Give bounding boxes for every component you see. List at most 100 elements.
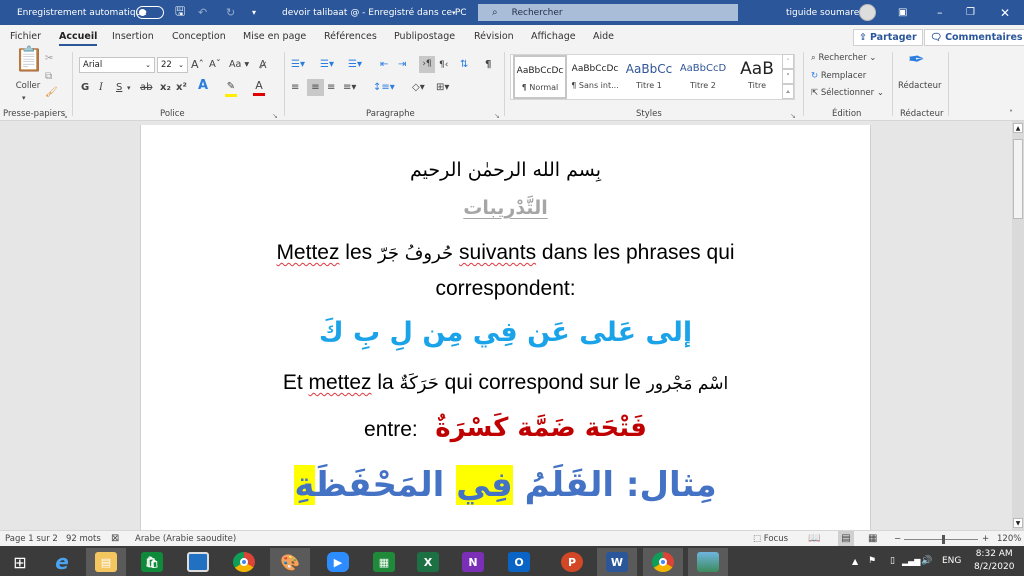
action-center-flag-icon[interactable]: ⚑ bbox=[868, 546, 876, 576]
subscript-button[interactable]: x₂ bbox=[160, 81, 171, 95]
underline-button[interactable]: S bbox=[116, 81, 122, 95]
taskbar-calculator[interactable]: ▦ bbox=[364, 548, 404, 576]
web-layout-icon[interactable]: ▦ bbox=[868, 531, 877, 547]
highlight-color-icon[interactable]: ✎ bbox=[225, 80, 237, 97]
document-page[interactable]: بِسم الله الرحمٰن الرحيم التَّدْريبات Me… bbox=[140, 125, 871, 530]
zoom-slider[interactable] bbox=[904, 531, 978, 547]
search-box[interactable]: ⌕ Rechercher bbox=[478, 4, 738, 21]
tab-conception[interactable]: Conception bbox=[172, 25, 226, 48]
replace-button[interactable]: ↻ Remplacer bbox=[811, 69, 866, 83]
underline-dropdown-icon[interactable]: ▾ bbox=[127, 81, 131, 95]
taskbar-onenote[interactable]: N bbox=[453, 548, 493, 576]
taskbar-word[interactable]: W bbox=[597, 548, 637, 576]
italic-button[interactable]: I bbox=[99, 81, 103, 95]
multilevel-list-icon[interactable]: ☰▾ bbox=[348, 58, 362, 72]
document-title[interactable]: devoir talibaat @ - Enregistré dans ce P… bbox=[282, 0, 467, 25]
align-right-icon[interactable]: ≡ bbox=[327, 81, 335, 95]
increase-indent-icon[interactable]: ⇥ bbox=[398, 58, 406, 72]
select-button[interactable]: ⇱ Sélectionner ⌄ bbox=[811, 86, 884, 100]
show-hidden-icons[interactable]: ▲ bbox=[852, 546, 858, 576]
save-icon[interactable]: 🖫 bbox=[175, 0, 185, 25]
chevron-down-icon[interactable]: ▾ bbox=[452, 0, 456, 25]
battery-icon[interactable]: ▯ bbox=[890, 546, 895, 576]
redo-icon[interactable]: ↻ bbox=[226, 0, 235, 25]
taskbar-chrome-2[interactable] bbox=[643, 548, 683, 576]
user-name[interactable]: tiguide soumare bbox=[786, 0, 859, 25]
collapse-ribbon-icon[interactable]: ˄ bbox=[1009, 107, 1013, 121]
taskbar-lenovo[interactable] bbox=[178, 548, 218, 576]
bullets-icon[interactable]: ☰▾ bbox=[291, 58, 305, 72]
start-button[interactable]: ⊞ bbox=[0, 548, 40, 576]
tab-affichage[interactable]: Affichage bbox=[531, 25, 576, 48]
autosave-toggle[interactable] bbox=[136, 0, 164, 25]
format-painter-icon[interactable]: 🖌 bbox=[45, 86, 58, 100]
tab-aide[interactable]: Aide bbox=[593, 25, 614, 48]
word-count[interactable]: 92 mots bbox=[66, 531, 101, 547]
taskbar-excel[interactable]: X bbox=[408, 548, 448, 576]
vertical-scrollbar[interactable]: ▲ ▼ bbox=[1012, 121, 1024, 530]
zoom-level[interactable]: 120% bbox=[997, 531, 1021, 547]
paste-icon[interactable]: 📋 bbox=[14, 47, 44, 71]
align-center-icon[interactable]: ≡ bbox=[307, 79, 324, 96]
search-input[interactable]: Rechercher bbox=[512, 8, 563, 18]
show-formatting-marks-icon[interactable]: ¶ bbox=[485, 58, 491, 72]
tab-references[interactable]: Références bbox=[324, 25, 377, 48]
borders-icon[interactable]: ⊞▾ bbox=[436, 81, 449, 95]
change-case-button[interactable]: Aa ▾ bbox=[229, 58, 249, 72]
close-icon[interactable]: ✕ bbox=[1000, 0, 1010, 25]
taskbar-ie[interactable]: e bbox=[42, 548, 82, 576]
cut-icon[interactable]: ✂ bbox=[45, 52, 53, 66]
style-heading-1[interactable]: AaBbCc Titre 1 bbox=[622, 55, 676, 99]
restore-icon[interactable]: ❐ bbox=[966, 0, 975, 25]
font-color-icon[interactable]: A bbox=[253, 79, 265, 96]
language-status[interactable]: Arabe (Arabie saoudite) bbox=[135, 531, 236, 547]
ribbon-display-icon[interactable]: ▣ bbox=[898, 0, 907, 25]
zoom-slider-thumb[interactable] bbox=[941, 535, 945, 544]
shading-icon[interactable]: ◇▾ bbox=[412, 81, 425, 95]
scrollbar-thumb[interactable] bbox=[1013, 139, 1023, 219]
taskbar-zoom[interactable]: ▶ bbox=[318, 548, 358, 576]
print-layout-icon[interactable]: ▤ bbox=[838, 531, 854, 547]
tab-insertion[interactable]: Insertion bbox=[112, 25, 154, 48]
taskbar-file-explorer[interactable]: ▤ bbox=[86, 548, 126, 576]
style-normal[interactable]: AaBbCcDc ¶ Normal bbox=[513, 55, 567, 99]
superscript-button[interactable]: x² bbox=[176, 81, 187, 95]
sort-icon[interactable]: ⇅ bbox=[460, 58, 468, 72]
styles-scroll-up-icon[interactable]: ˄ bbox=[782, 54, 794, 69]
rtl-direction-icon[interactable]: ¶‹ bbox=[439, 58, 448, 72]
editor-pen-icon[interactable]: ✒ bbox=[908, 49, 925, 69]
tab-publipostage[interactable]: Publipostage bbox=[394, 25, 455, 48]
comments-button[interactable]: 🗨 Commentaires bbox=[924, 29, 1024, 46]
copy-icon[interactable]: ⧉ bbox=[45, 70, 52, 84]
taskbar-photos[interactable] bbox=[688, 548, 728, 576]
taskbar-outlook[interactable]: O bbox=[499, 548, 539, 576]
find-button[interactable]: ⌕ Rechercher ⌄ bbox=[811, 51, 876, 65]
page-count[interactable]: Page 1 sur 2 bbox=[5, 531, 58, 547]
undo-icon[interactable]: ↶ bbox=[198, 0, 207, 25]
ltr-direction-icon[interactable]: ›¶ bbox=[419, 56, 435, 73]
clear-formatting-icon[interactable]: A̷ bbox=[259, 58, 267, 72]
network-icon[interactable]: ▂▄▆ bbox=[902, 546, 920, 576]
style-heading-2[interactable]: AaBbCcD Titre 2 bbox=[676, 55, 730, 99]
customize-icon[interactable]: ▾ bbox=[252, 0, 256, 25]
styles-scroll-down-icon[interactable]: ˅ bbox=[782, 69, 794, 84]
style-no-spacing[interactable]: AaBbCcDc ¶ Sans int... bbox=[568, 55, 622, 99]
minimize-icon[interactable]: – bbox=[937, 0, 943, 25]
style-title[interactable]: AaB Titre bbox=[730, 55, 784, 99]
strikethrough-button[interactable]: ab bbox=[140, 81, 152, 95]
read-mode-icon[interactable]: 📖 bbox=[808, 531, 820, 547]
scroll-up-icon[interactable]: ▲ bbox=[1013, 123, 1023, 133]
scroll-down-icon[interactable]: ▼ bbox=[1013, 518, 1023, 528]
editor-button[interactable]: Rédacteur bbox=[898, 79, 941, 93]
share-button[interactable]: ⇪ Partager bbox=[853, 29, 923, 46]
font-size-select[interactable]: 22 ⌄ bbox=[157, 57, 188, 73]
proofing-icon[interactable]: ⊠ bbox=[111, 531, 119, 547]
text-effects-icon[interactable]: A bbox=[198, 79, 208, 93]
decrease-indent-icon[interactable]: ⇤ bbox=[380, 58, 388, 72]
font-name-select[interactable]: Arial ⌄ bbox=[79, 57, 155, 73]
clock[interactable]: 8:32 AM 8/2/2020 bbox=[974, 546, 1014, 576]
taskbar-chrome[interactable] bbox=[224, 548, 264, 576]
tab-accueil[interactable]: Accueil bbox=[59, 25, 98, 48]
input-language[interactable]: ENG bbox=[942, 546, 961, 576]
volume-icon[interactable]: 🔊 bbox=[921, 546, 932, 576]
